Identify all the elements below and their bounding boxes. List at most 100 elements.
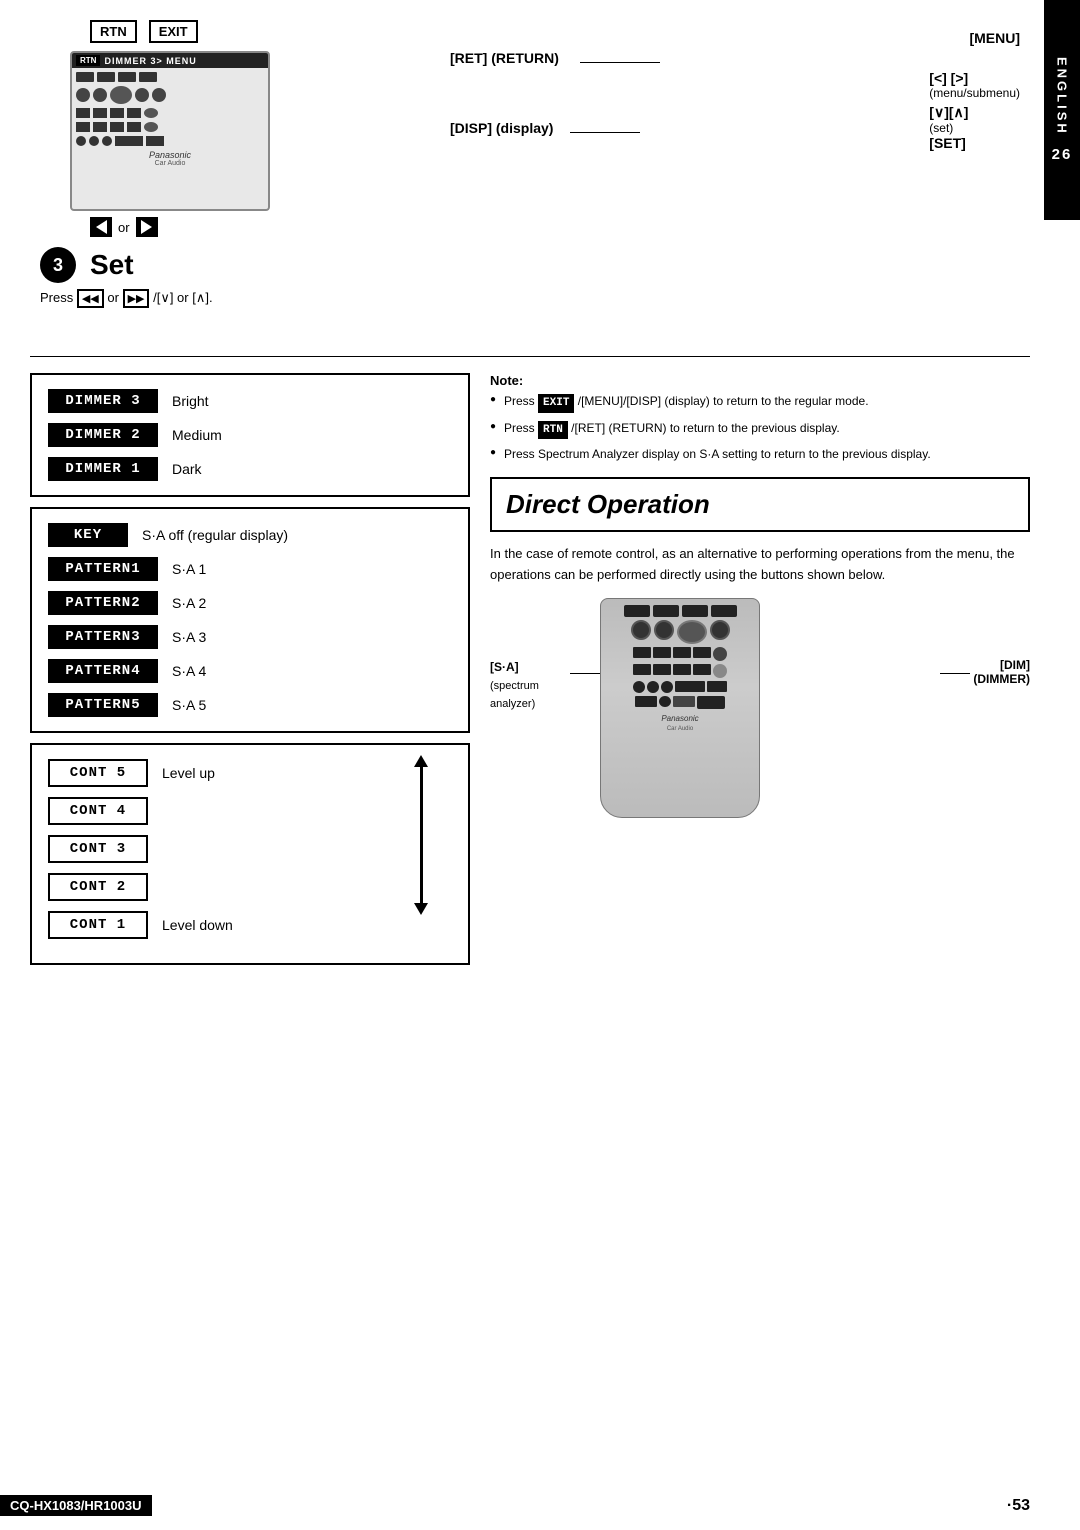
remote-btn-3 [682, 605, 708, 617]
remote-btn-2 [653, 605, 679, 617]
dimmer-row-3: DIMMER 3 Bright [48, 389, 452, 413]
remote-r5-1 [633, 681, 645, 693]
pattern1-btn: PATTERN1 [48, 557, 158, 581]
cont1-btn: CONT 1 [48, 911, 148, 939]
bottom-section: DIMMER 3 Bright DIMMER 2 Medium DIMMER 1… [30, 373, 1030, 965]
dimmer-3-label: Bright [172, 393, 209, 409]
sa-label: [S·A] (spectrumanalyzer) [490, 658, 539, 713]
pattern5-btn: PATTERN5 [48, 693, 158, 717]
remote-row-3 [633, 647, 727, 661]
cont3-btn: CONT 3 [48, 835, 148, 863]
remote-r6-3 [673, 696, 695, 707]
cont3-row: CONT 3 [48, 835, 452, 863]
remote-small-body: Panasonic Car Audio [600, 598, 760, 818]
remote-r3-2 [653, 647, 671, 658]
remote-rtn: RTN [76, 55, 100, 66]
press-right-icon: ▶▶ [123, 289, 150, 308]
pattern1-label: S·A 1 [172, 561, 206, 577]
pattern2-btn: PATTERN2 [48, 591, 158, 615]
remote-round-1 [631, 620, 651, 640]
sa-connector-line [570, 673, 600, 674]
menu-submenu-label: (menu/submenu) [929, 86, 1020, 100]
cont2-btn: CONT 2 [48, 873, 148, 901]
remote-r4-3 [673, 664, 691, 675]
remote-r3-1 [633, 647, 651, 658]
remote-row-2 [631, 620, 730, 644]
left-column: DIMMER 3 Bright DIMMER 2 Medium DIMMER 1… [30, 373, 470, 965]
bottom-bar: CQ-HX1083/HR1003U ·53 [0, 1495, 1030, 1516]
remote-round-2 [654, 620, 674, 640]
disp-line [570, 132, 640, 133]
pattern-key-row: KEY S·A off (regular display) [48, 523, 452, 547]
pattern3-row: PATTERN3 S·A 3 [48, 625, 452, 649]
remote-btn-4 [711, 605, 737, 617]
remote-brand: Panasonic [661, 714, 698, 723]
main-content: RTN EXIT RTN DIMMER 3> MENU [30, 20, 1030, 1510]
remote-row-1 [624, 605, 737, 617]
exit-inline-btn: EXIT [538, 394, 574, 413]
exit-button-label: EXIT [149, 20, 198, 43]
key-btn: KEY [48, 523, 128, 547]
top-section: RTN EXIT RTN DIMMER 3> MENU [30, 20, 1030, 340]
model-label: CQ-HX1083/HR1003U [0, 1495, 152, 1516]
set-title: Set [90, 249, 134, 281]
cont5-btn: CONT 5 [48, 759, 148, 787]
remote-r4-1 [633, 664, 651, 675]
remote-round-3 [710, 620, 730, 640]
direct-operation-box: Direct Operation [490, 477, 1030, 532]
pattern5-row: PATTERN5 S·A 5 [48, 693, 452, 717]
press-left-icon: ◀◀ [77, 289, 104, 308]
remote-unit-display: RTN DIMMER 3> MENU [70, 51, 270, 211]
pattern5-label: S·A 5 [172, 697, 206, 713]
remote-r3-3 [673, 647, 691, 658]
remote-r6-2 [659, 696, 671, 707]
pattern4-label: S·A 4 [172, 663, 206, 679]
level-arrow [414, 755, 428, 915]
dimmer-3-btn: DIMMER 3 [48, 389, 158, 413]
disp-label: [DISP] (display) [450, 120, 553, 136]
or-text: or [118, 220, 130, 235]
dimmer-row-1: DIMMER 1 Dark [48, 457, 452, 481]
arrow-up-icon [414, 755, 428, 767]
remote-row-5 [633, 681, 727, 693]
side-tab: ENGLISH 26 [1044, 0, 1080, 220]
note-2: Press RTN /[RET] (RETURN) to return to t… [490, 419, 1030, 440]
cont5-label: Level up [162, 765, 215, 781]
pattern3-label: S·A 3 [172, 629, 206, 645]
dimmer-2-label: Medium [172, 427, 222, 443]
pattern2-label: S·A 2 [172, 595, 206, 611]
remote-sub-brand: Car Audio [667, 726, 693, 732]
remote-r5-2 [647, 681, 659, 693]
dimmer-1-btn: DIMMER 1 [48, 457, 158, 481]
arrow-left-box [90, 217, 112, 237]
arrow-line [420, 767, 423, 903]
pattern1-row: PATTERN1 S·A 1 [48, 557, 452, 581]
pattern-table: KEY S·A off (regular display) PATTERN1 S… [30, 507, 470, 733]
rtn-exit-row: RTN EXIT [90, 20, 450, 43]
note-title: Note: [490, 373, 1030, 388]
cont-table: CONT 5 Level up CONT 4 CONT 3 CONT 2 CON… [30, 743, 470, 965]
remote-r6-4 [697, 696, 725, 709]
arrows-lr-label: [<] [>] (menu/submenu) [∨][∧] (set) [SET… [929, 70, 1020, 151]
pattern4-row: PATTERN4 S·A 4 [48, 659, 452, 683]
remote-r5-3 [661, 681, 673, 693]
ret-line [580, 62, 660, 63]
remote-r4-4 [693, 664, 711, 675]
dimmer-1-label: Dark [172, 461, 202, 477]
arrow-right-box [136, 217, 158, 237]
remote-row-6 [635, 696, 725, 709]
remote-row-4 [633, 664, 727, 678]
remote-r3-5 [713, 647, 727, 661]
remote-r5-5 [707, 681, 727, 692]
set-section: 3 Set [40, 247, 450, 283]
key-label: S·A off (regular display) [142, 527, 288, 543]
direct-operation-title: Direct Operation [506, 489, 1014, 520]
right-column: Note: Press EXIT /[MENU]/[DISP] (display… [490, 373, 1030, 965]
page-number: ·53 [1007, 1497, 1030, 1515]
top-left: RTN EXIT RTN DIMMER 3> MENU [30, 20, 450, 340]
remote-small-wrapper: Panasonic Car Audio [590, 598, 770, 838]
pattern3-btn: PATTERN3 [48, 625, 158, 649]
remote-r6-1 [635, 696, 657, 707]
set-number-circle: 3 [40, 247, 76, 283]
direct-op-description: In the case of remote control, as an alt… [490, 544, 1030, 586]
